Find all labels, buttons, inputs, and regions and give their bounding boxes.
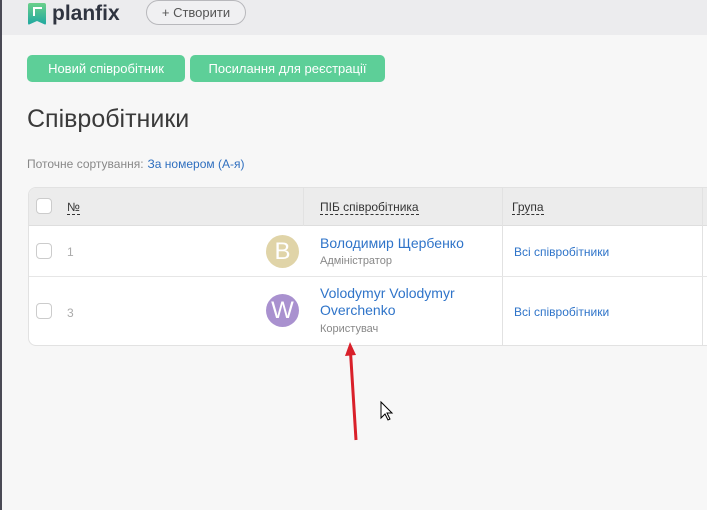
annotation-layer: [345, 342, 394, 441]
red-arrow-annotation: [345, 342, 358, 441]
mouse-cursor-icon: [380, 400, 394, 421]
